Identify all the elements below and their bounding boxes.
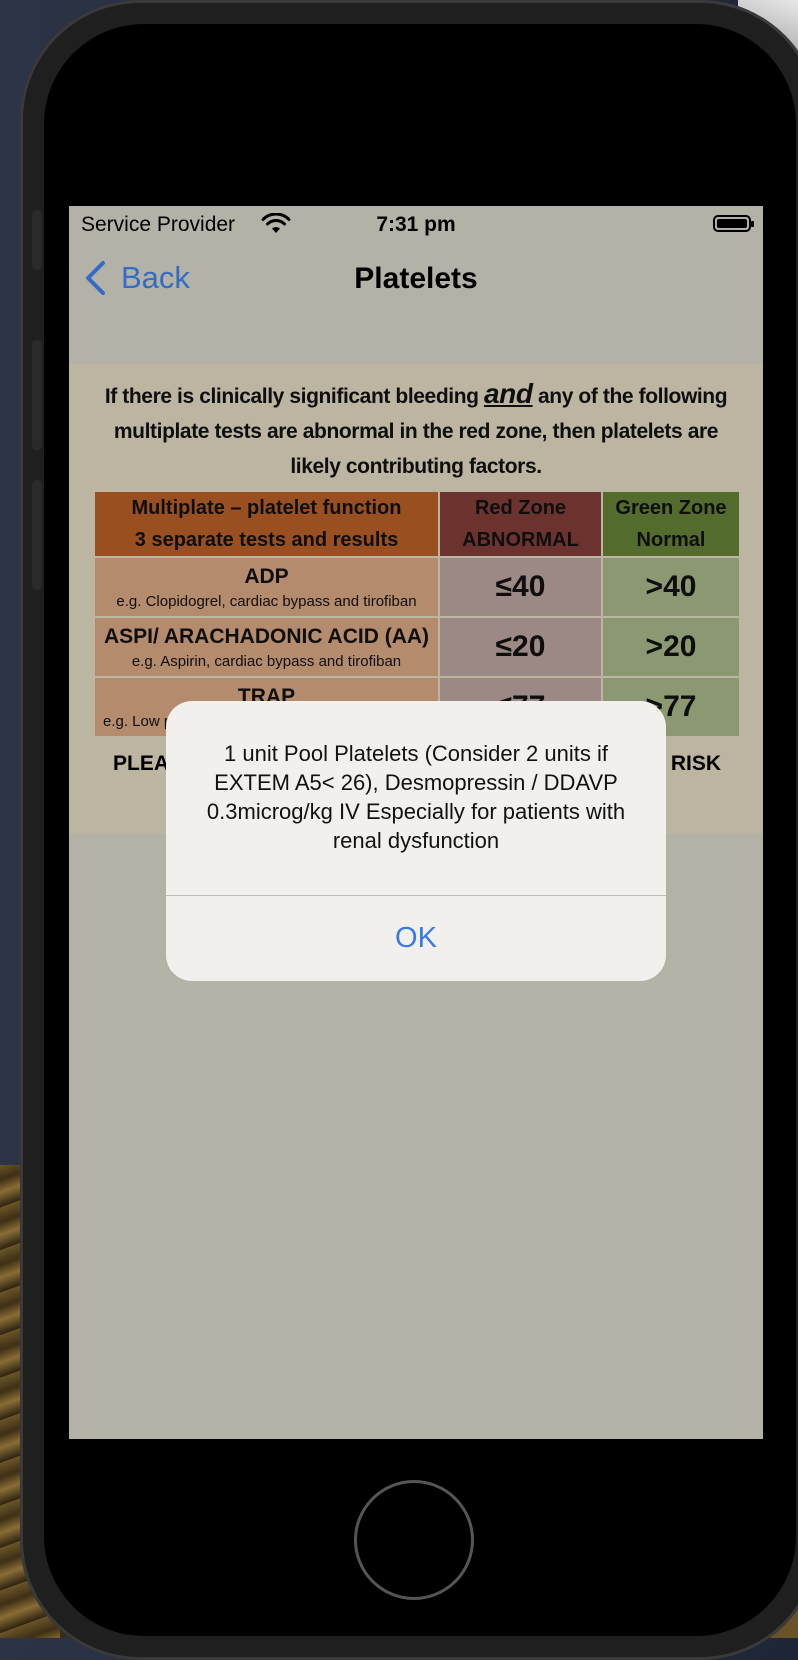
home-button[interactable] <box>354 1480 474 1600</box>
mute-switch <box>32 210 42 270</box>
ok-button[interactable]: OK <box>166 896 666 981</box>
alert-dialog: 1 unit Pool Platelets (Consider 2 units … <box>166 701 666 981</box>
volume-down-button <box>32 480 42 590</box>
alert-message: 1 unit Pool Platelets (Consider 2 units … <box>206 741 626 853</box>
volume-up-button <box>32 340 42 450</box>
phone-screen: Service Provider 7:31 pm Back Platelets … <box>69 206 763 1439</box>
